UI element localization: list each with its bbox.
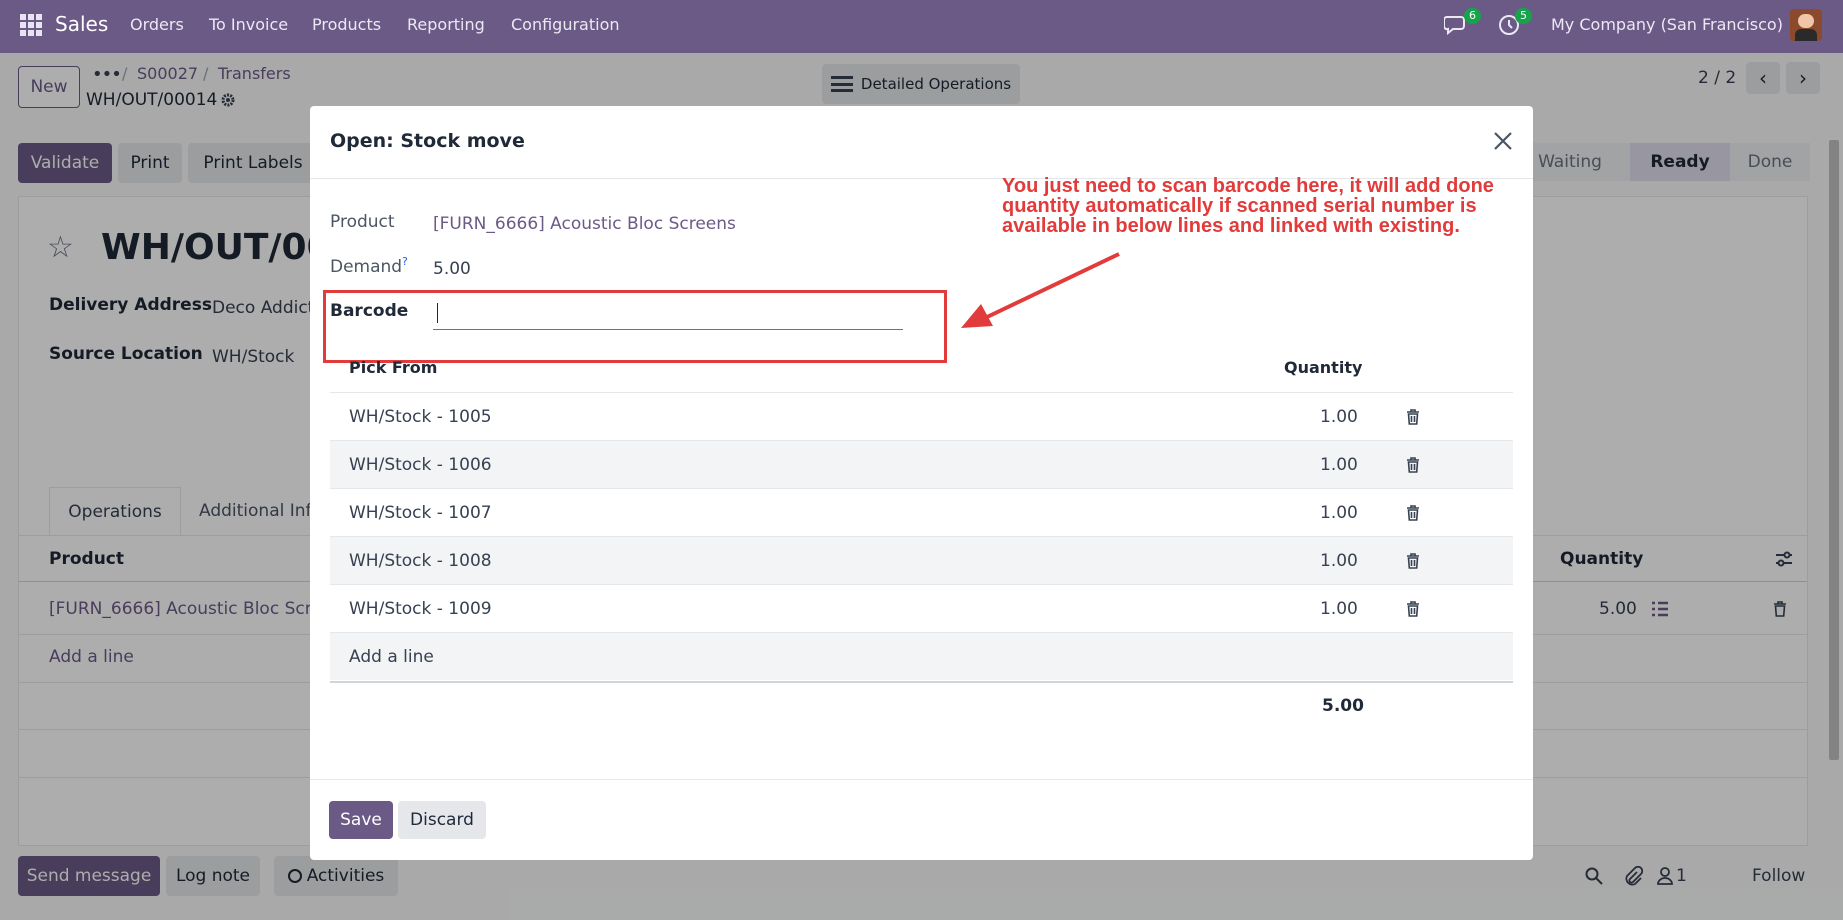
demand-help-icon[interactable]: ? — [402, 255, 408, 268]
pick-from-cell[interactable]: WH/Stock - 1007 — [349, 503, 492, 523]
move-line-row[interactable]: WH/Stock - 1005 1.00 — [330, 392, 1513, 440]
menu-item-to-invoice[interactable]: To Invoice — [209, 15, 288, 34]
apps-grid-icon[interactable] — [20, 14, 42, 36]
quantity-cell[interactable]: 1.00 — [1320, 407, 1358, 427]
product-field-value[interactable]: [FURN_6666] Acoustic Bloc Screens — [433, 214, 736, 234]
save-button[interactable]: Save — [329, 801, 393, 839]
top-navbar: Sales Orders To Invoice Products Reporti… — [0, 0, 1843, 53]
demand-field-label: Demand — [330, 257, 403, 277]
total-divider — [330, 681, 1513, 683]
quantity-column-header[interactable]: Quantity — [1284, 358, 1362, 377]
move-line-row[interactable]: WH/Stock - 1009 1.00 — [330, 584, 1513, 632]
pick-from-cell[interactable]: WH/Stock - 1009 — [349, 599, 492, 619]
delete-line-icon[interactable] — [1406, 457, 1420, 473]
barcode-field-label: Barcode — [330, 301, 409, 321]
pick-from-column-header[interactable]: Pick From — [349, 358, 437, 377]
quantity-cell[interactable]: 1.00 — [1320, 503, 1358, 523]
activities-count-badge: 5 — [1515, 8, 1532, 24]
menu-item-orders[interactable]: Orders — [130, 15, 184, 34]
demand-field-value: 5.00 — [433, 259, 471, 279]
company-switcher[interactable]: My Company (San Francisco) — [1551, 15, 1783, 34]
close-icon[interactable] — [1490, 128, 1516, 154]
quantity-cell[interactable]: 1.00 — [1320, 455, 1358, 475]
menu-item-reporting[interactable]: Reporting — [407, 15, 485, 34]
app-name[interactable]: Sales — [55, 12, 108, 36]
quantity-total: 5.00 — [1322, 696, 1364, 716]
annotation-line-2: quantity automatically if scanned serial… — [1002, 195, 1477, 217]
add-line-row: Add a line — [330, 632, 1513, 680]
quantity-cell[interactable]: 1.00 — [1320, 551, 1358, 571]
menu-item-configuration[interactable]: Configuration — [511, 15, 620, 34]
add-line-link[interactable]: Add a line — [349, 647, 434, 667]
quantity-cell[interactable]: 1.00 — [1320, 599, 1358, 619]
pick-from-cell[interactable]: WH/Stock - 1005 — [349, 407, 492, 427]
move-line-row[interactable]: WH/Stock - 1007 1.00 — [330, 488, 1513, 536]
delete-line-icon[interactable] — [1406, 505, 1420, 521]
product-field-label: Product — [330, 212, 395, 232]
annotation-arrow-icon — [961, 252, 1120, 328]
pick-from-cell[interactable]: WH/Stock - 1006 — [349, 455, 492, 475]
move-line-row[interactable]: WH/Stock - 1008 1.00 — [330, 536, 1513, 584]
dialog-title: Open: Stock move — [330, 130, 525, 152]
messages-count-badge: 6 — [1464, 8, 1481, 24]
annotation-line-3: available in below lines and linked with… — [1002, 215, 1460, 237]
delete-line-icon[interactable] — [1406, 601, 1420, 617]
user-avatar[interactable] — [1790, 9, 1822, 41]
move-line-row[interactable]: WH/Stock - 1006 1.00 — [330, 440, 1513, 488]
delete-line-icon[interactable] — [1406, 409, 1420, 425]
barcode-input[interactable] — [433, 296, 903, 330]
delete-line-icon[interactable] — [1406, 553, 1420, 569]
pick-from-cell[interactable]: WH/Stock - 1008 — [349, 551, 492, 571]
annotation-line-1: You just need to scan barcode here, it w… — [1002, 175, 1494, 197]
menu-item-products[interactable]: Products — [312, 15, 381, 34]
text-cursor — [437, 303, 438, 323]
discard-button[interactable]: Discard — [398, 801, 486, 839]
dialog-footer: Save Discard — [310, 779, 1533, 860]
dialog-header: Open: Stock move — [310, 106, 1533, 179]
